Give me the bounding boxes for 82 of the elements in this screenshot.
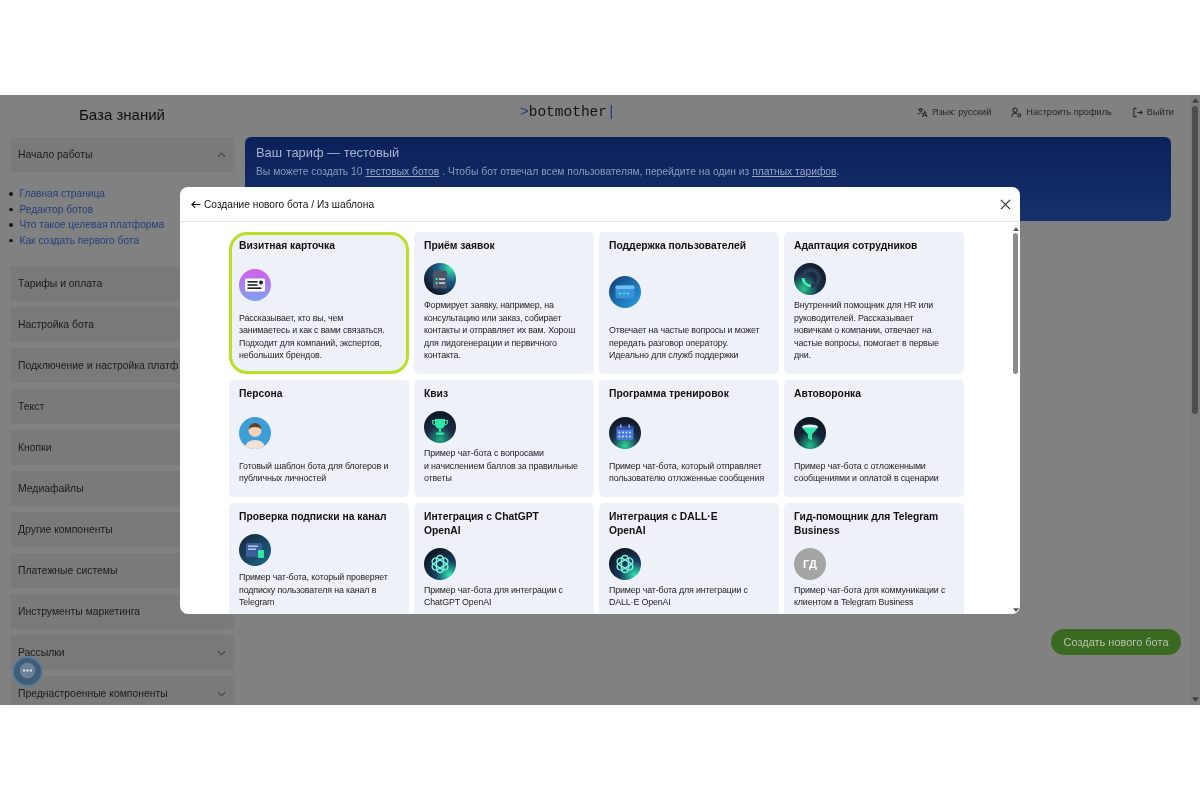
template-card[interactable]: Проверка подписки на канал Пример чат-бота, который проверяет подписку пользователя на канал в Telegram bbox=[229, 502, 409, 614]
card-title: Проверка подписки на канал bbox=[239, 509, 388, 524]
page-scrollbar[interactable] bbox=[1190, 95, 1200, 705]
bullet-icon bbox=[9, 238, 13, 242]
card-description: Пример чат-бота, который отправляет пользователю отложенные сообщения bbox=[609, 459, 766, 485]
notice-link[interactable]: тестовых ботов bbox=[365, 166, 440, 177]
card-title: Гид-помощник для Telegram Business bbox=[794, 509, 940, 538]
card-description: Готовый шаблон бота для блогеров и публичных личностей bbox=[239, 459, 390, 485]
user-settings-icon bbox=[1011, 106, 1023, 118]
sidebar-item[interactable]: Преднастроенные компоненты bbox=[10, 676, 234, 705]
logout-icon bbox=[1131, 106, 1143, 118]
template-card[interactable]: Гид-помощник для Telegram Business ГД Пример чат-бота для коммуникации с клиентом в Telegram Business bbox=[784, 502, 964, 614]
translate-icon bbox=[916, 106, 928, 118]
profile-link[interactable]: Настроить профиль bbox=[1011, 106, 1112, 118]
bullet-icon bbox=[9, 223, 13, 227]
language-link[interactable]: Язык: русский bbox=[916, 106, 992, 118]
card-title: Квиз bbox=[424, 386, 450, 401]
banner-title: Ваш тариф — тестовый bbox=[256, 144, 401, 162]
sidebar-link[interactable]: Редактор ботов bbox=[19, 203, 94, 215]
sidebar-item[interactable]: Начало работы bbox=[10, 137, 234, 172]
card-description: Пример чат-бота для интеграции с ChatGPT OpenAI bbox=[424, 583, 564, 609]
template-card[interactable]: Визитная карточка Рассказывает, кто вы, чем занимаетесь и как с вами связаться. Подходит для компаний, экспертов, небольших брендов. bbox=[229, 232, 409, 374]
scroll-up-icon[interactable] bbox=[1012, 227, 1019, 231]
template-card[interactable]: Интеграция с ChatGPT OpenAI Пример чат-бота для интеграции с ChatGPT OpenAI bbox=[414, 502, 594, 614]
template-card[interactable]: Адаптация сотрудников Внутренний помощник для HR или руководителей. Рассказывает новичкам о компании, отвечает на частые вопросы, помогает в первые дни. bbox=[784, 232, 964, 374]
sidebar-item[interactable]: Рассылки bbox=[10, 635, 234, 670]
template-card[interactable]: Поддержка пользователей Отвечает на частые вопросы и может передать разговор оператору. Идеально для служб поддержки bbox=[599, 232, 779, 374]
knot-icon bbox=[609, 547, 641, 580]
ring-icon bbox=[794, 263, 826, 295]
trophy-icon bbox=[424, 410, 456, 443]
close-icon[interactable] bbox=[1000, 198, 1011, 210]
card-description: Пример чат-бота для интеграции с DALL·E OpenAI bbox=[609, 583, 749, 609]
scroll-down-icon[interactable] bbox=[1012, 608, 1019, 612]
logo[interactable]: >botmother| bbox=[520, 104, 616, 120]
funnel-icon bbox=[794, 417, 826, 450]
card-description: Пример чат-бота с отложенными сообщениями и оплатой в сценарии bbox=[794, 459, 940, 485]
template-card[interactable]: Персона Готовый шаблон бота для блогеров и публичных личностей bbox=[229, 379, 409, 497]
template-card[interactable]: Программа тренировок Пример чат-бота, который отправляет пользователю отложенные сообщения bbox=[599, 379, 779, 497]
form-icon bbox=[424, 263, 456, 295]
id-card-icon bbox=[239, 269, 271, 302]
initials-avatar: ГД bbox=[794, 547, 826, 580]
card-description: Рассказывает, кто вы, чем занимаетесь и как с вами связаться. Подходит для компаний, экспертов, небольших брендов. bbox=[239, 311, 386, 362]
person-silhouette-icon bbox=[239, 417, 271, 450]
card-title: Программа тренировок bbox=[609, 386, 730, 401]
card-description: Пример чат-бота, который проверяет подписку пользователя на канал в Telegram bbox=[239, 571, 389, 609]
knot-icon bbox=[424, 547, 456, 580]
create-bot-button[interactable]: Создать нового бота bbox=[1051, 629, 1181, 655]
sidebar-link[interactable]: Главная страница bbox=[19, 188, 105, 200]
card-title: Визитная карточка bbox=[239, 239, 336, 253]
template-card[interactable]: Интеграция с DALL·E OpenAI Пример чат-бота для интеграции с DALL·E OpenAI bbox=[599, 502, 779, 614]
card-description: Внутренний помощник для HR или руководителей. Рассказывает новичкам о компании, отвечает на частые вопросы, помогает в первые дни. bbox=[794, 299, 940, 362]
calendar-icon bbox=[609, 417, 641, 450]
card-title: Поддержка пользователей bbox=[609, 239, 747, 253]
plan-notice: Вы можете создать 10 тестовых ботов . Чтобы бот отвечал всем пользователям, перейдите на один из платных тарифов. bbox=[256, 165, 841, 179]
template-card[interactable]: Приём заявок Формирует заявку, например, на консультацию или заказ, собирает контакты и отправляет их вам. Хорош для лидогенерации и первичного контакта. bbox=[414, 232, 594, 374]
chat-window-icon bbox=[609, 275, 641, 308]
back-button[interactable]: Создание нового бота / Из шаблона bbox=[191, 198, 375, 210]
sidebar-link[interactable]: Как создать первого бота bbox=[19, 234, 140, 246]
card-title: Интеграция с DALL·E OpenAI bbox=[609, 509, 719, 538]
scrollbar-thumb[interactable] bbox=[1013, 233, 1018, 374]
card-title: Персона bbox=[239, 386, 284, 401]
sidebar-link[interactable]: Что такое целевая платформа bbox=[19, 219, 165, 231]
template-card[interactable]: Автоворонка Пример чат-бота с отложенными сообщениями и оплатой в сценарии bbox=[784, 379, 964, 497]
scrollbar-thumb[interactable] bbox=[1192, 106, 1198, 414]
sidebar-title: База знаний bbox=[78, 105, 166, 125]
card-description: Пример чат-бота для коммуникации с клиентом в Telegram Business bbox=[794, 583, 947, 609]
logout-link[interactable]: Выйти bbox=[1131, 106, 1174, 118]
card-title: Интеграция с ChatGPT OpenAI bbox=[424, 509, 540, 538]
card-title: Адаптация сотрудников bbox=[794, 239, 919, 253]
bullet-icon bbox=[9, 207, 13, 211]
notice-link[interactable]: платных тарифов bbox=[752, 166, 837, 177]
card-description: Формирует заявку, например, на консультацию или заказ, собирает контакты и отправляет их вам. Хорош для лидогенерации и первичного контакта. bbox=[424, 299, 577, 362]
document-icon bbox=[239, 534, 271, 567]
dialog-scrollbar[interactable] bbox=[1012, 227, 1019, 612]
card-description: Пример чат-бота с вопросами и начислением баллов за правильные ответы bbox=[424, 446, 579, 485]
bullet-icon bbox=[9, 192, 13, 196]
card-description: Отвечает на частые вопросы и может передать разговор оператору. Идеально для служб поддержки bbox=[609, 324, 761, 362]
back-arrow-icon bbox=[191, 199, 201, 209]
template-card[interactable]: Квиз Пример чат-бота с вопросами и начислением баллов за правильные ответы bbox=[414, 379, 594, 497]
card-title: Автоворонка bbox=[794, 386, 862, 401]
card-title: Приём заявок bbox=[424, 239, 496, 253]
chat-bubble-icon[interactable] bbox=[12, 656, 43, 687]
